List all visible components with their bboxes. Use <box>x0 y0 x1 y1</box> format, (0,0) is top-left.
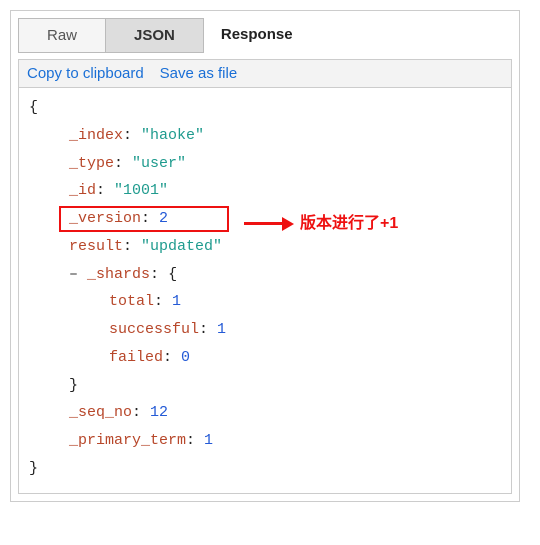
json-row-type: _type: "user" <box>29 150 501 178</box>
response-label: Response <box>203 18 311 53</box>
json-row-shards[interactable]: – _shards: { <box>29 261 501 289</box>
tab-bar: Raw JSON Response <box>18 18 512 53</box>
json-close-brace: } <box>29 455 501 483</box>
json-row-index: _index: "haoke" <box>29 122 501 150</box>
json-row-failed: failed: 0 <box>29 344 501 372</box>
tab-raw[interactable]: Raw <box>18 18 106 53</box>
json-shards-close: } <box>29 372 501 400</box>
json-row-id: _id: "1001" <box>29 177 501 205</box>
json-row-result: result: "updated" <box>29 233 501 261</box>
json-body: { _index: "haoke" _type: "user" _id: "10… <box>18 87 512 494</box>
action-bar: Copy to clipboard Save as file <box>18 59 512 87</box>
json-row-primary-term: _primary_term: 1 <box>29 427 501 455</box>
json-row-total: total: 1 <box>29 288 501 316</box>
response-panel: Raw JSON Response Copy to clipboard Save… <box>10 10 520 502</box>
json-row-successful: successful: 1 <box>29 316 501 344</box>
copy-to-clipboard-link[interactable]: Copy to clipboard <box>27 65 144 82</box>
collapse-toggle-icon[interactable]: – <box>69 266 78 283</box>
json-row-version: _version: 2 版本进行了+1 <box>29 205 501 233</box>
json-open-brace: { <box>29 94 501 122</box>
json-row-seqno: _seq_no: 12 <box>29 399 501 427</box>
save-as-file-link[interactable]: Save as file <box>160 65 238 82</box>
tab-json[interactable]: JSON <box>105 18 204 53</box>
